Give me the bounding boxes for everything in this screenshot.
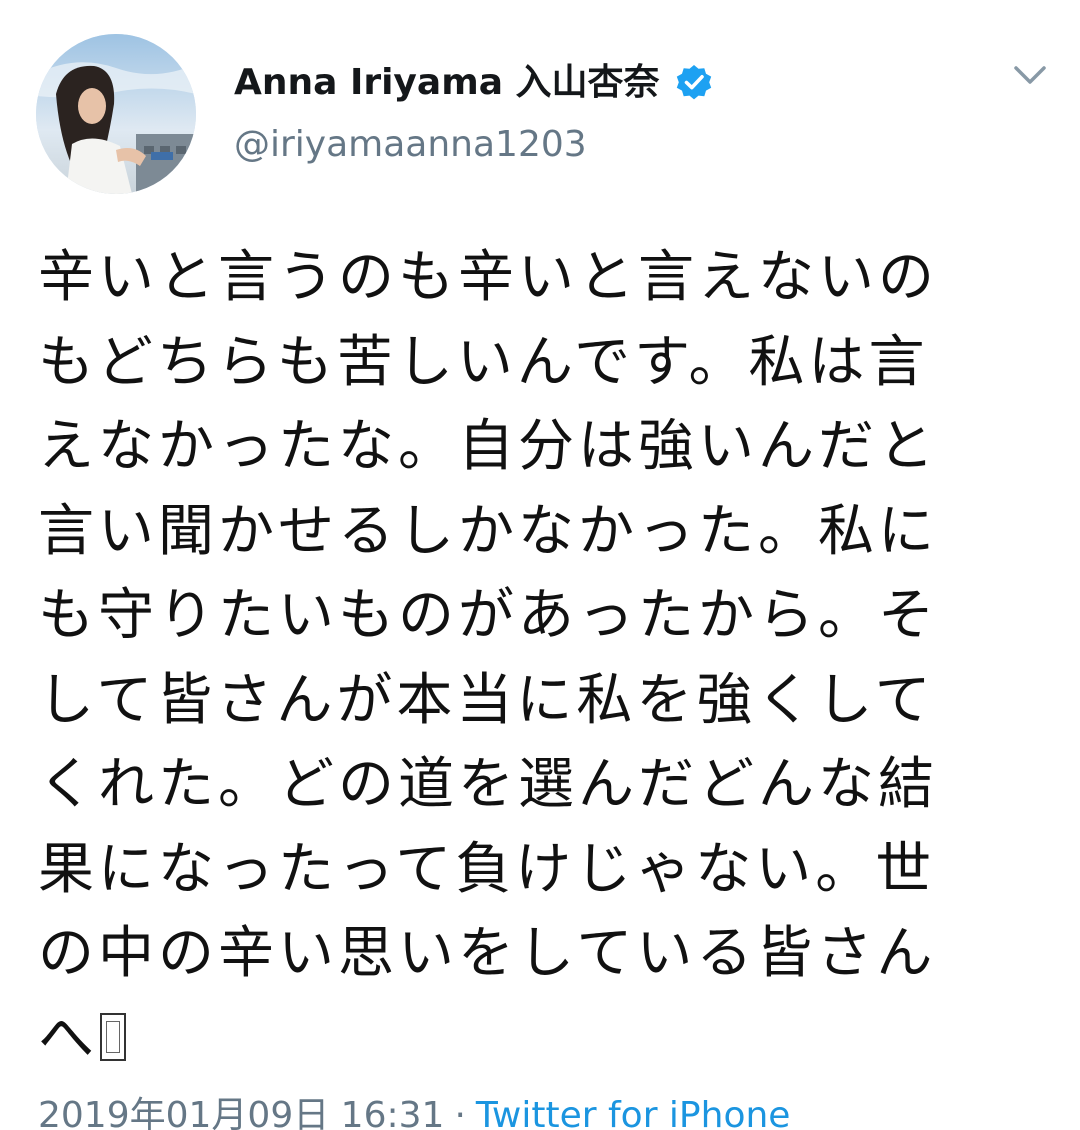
tweet-meta: 2019年01月09日 16:31 · Twitter for iPhone xyxy=(38,1092,790,1130)
avatar-photo xyxy=(36,34,196,194)
tweet-text-line: の中の辛い思いをしている皆さん xyxy=(38,921,937,986)
tweet-text-last-line: へ xyxy=(38,997,1038,1082)
tweet-text-line: 辛いと言うのも辛いと言えないの xyxy=(38,245,938,310)
tweet-timestamp[interactable]: 2019年01月09日 16:31 xyxy=(38,1095,444,1130)
tweet-text-line: して皆さんが本当に私を強くして xyxy=(38,667,935,733)
tweet-text-line: 果になったって負けじゃない。世 xyxy=(38,836,936,902)
tweet-header: Anna Iriyama 入山杏奈 @iriyamaanna1203 xyxy=(0,0,1080,220)
author-name-row[interactable]: Anna Iriyama 入山杏奈 xyxy=(234,58,714,108)
missing-emoji-icon xyxy=(100,1012,126,1061)
chevron-down-icon[interactable] xyxy=(1008,58,1052,94)
tweet-text: 辛いと言うのも辛いと言えないの もどちらも苦しいんです。私は言 えなかったな。自… xyxy=(38,236,1038,1081)
tweet-text-line: えなかったな。自分は強いんだと xyxy=(38,414,938,479)
tweet-source-link[interactable]: Twitter for iPhone xyxy=(476,1095,791,1130)
tweet-text-line: くれた。どの道を選んだどんな結 xyxy=(38,752,938,817)
author-handle[interactable]: @iriyamaanna1203 xyxy=(234,120,587,170)
author-display-name[interactable]: Anna Iriyama 入山杏奈 xyxy=(234,58,660,108)
tweet-text-line: もどちらも苦しいんです。私は言 xyxy=(38,329,929,395)
tweet-text-line: 言い聞かせるしかなかった。私に xyxy=(38,498,938,564)
avatar[interactable] xyxy=(36,34,196,194)
verified-badge-icon xyxy=(676,65,711,100)
tweet-text-line: も守りたいものがあったから。そ xyxy=(38,583,938,648)
tweet-text-line: へ xyxy=(38,1005,98,1071)
meta-separator: · xyxy=(454,1095,466,1130)
